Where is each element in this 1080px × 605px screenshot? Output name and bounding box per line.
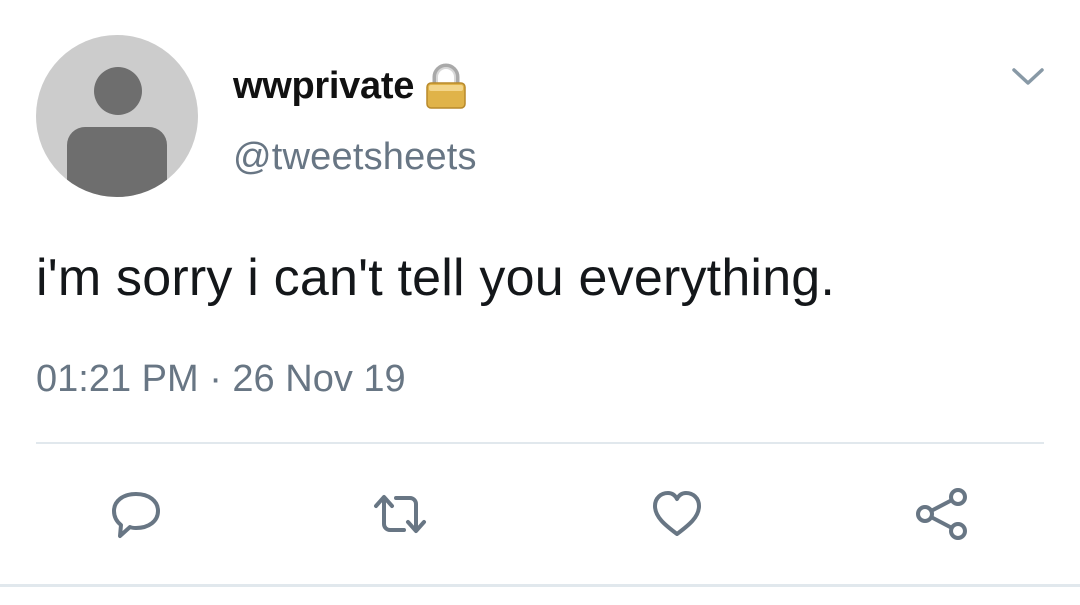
retweet-button[interactable] [368, 482, 432, 546]
display-name[interactable]: wwprivate [233, 65, 414, 108]
lock-icon [426, 63, 466, 109]
avatar-body [67, 127, 167, 197]
avatar[interactable] [36, 35, 198, 197]
like-button[interactable] [645, 482, 709, 546]
user-info: wwprivate @tweetsheets [233, 58, 477, 179]
tweet-card: wwprivate @tweetsheets i'm sorry i can't… [0, 0, 1080, 605]
divider [36, 442, 1044, 444]
like-icon [653, 491, 701, 536]
reply-button[interactable] [104, 482, 168, 546]
display-name-row: wwprivate [233, 58, 477, 114]
bottom-divider [0, 584, 1080, 587]
share-button[interactable] [910, 482, 974, 546]
retweet-icon [374, 495, 426, 533]
tweet-text: i'm sorry i can't tell you everything. [36, 249, 836, 307]
chevron-down-icon[interactable] [1008, 60, 1048, 92]
tweet-timestamp: 01:21 PM · 26 Nov 19 [36, 358, 406, 400]
reply-icon [112, 492, 160, 538]
share-icon [916, 488, 967, 540]
avatar-head [94, 67, 142, 115]
user-handle[interactable]: @tweetsheets [233, 136, 477, 179]
